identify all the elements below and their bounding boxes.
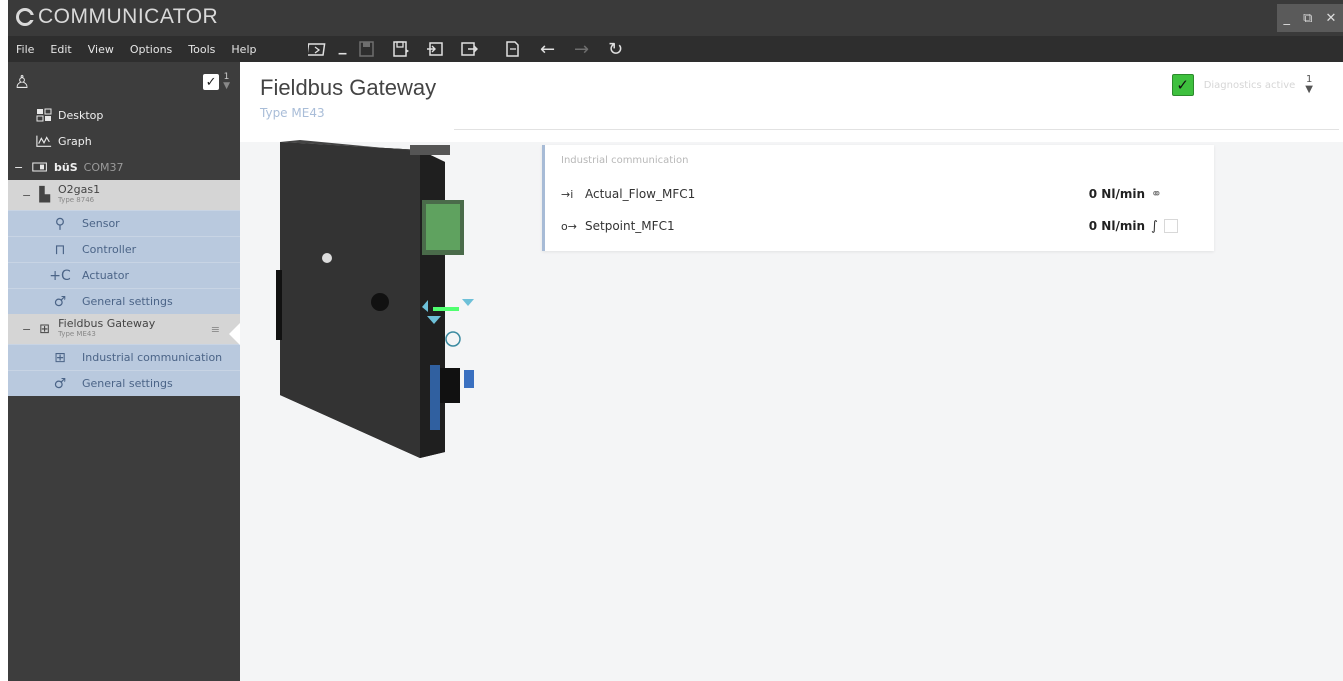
menu-bar: File Edit View Options Tools Help ▁ ← → … <box>8 36 1343 62</box>
graph-icon <box>36 134 52 148</box>
app-title-text: COMMUNICATOR <box>38 5 219 28</box>
sidebar-item-label: General settings <box>82 377 173 390</box>
sidebar-item-controller[interactable]: ⊓ Controller <box>8 236 240 262</box>
sort-down-icon: ▼ <box>1305 84 1313 95</box>
sidebar: ♙ ✓ 1 ▼ Desktop Graph − büS COM37 − ▙ O2… <box>8 62 241 681</box>
sidebar-item-actuator[interactable]: +C Actuator <box>8 262 240 288</box>
io-row-actual-flow[interactable]: →i Actual_Flow_MFC1 0 Nl/min ⚭ <box>561 181 1201 207</box>
device-icon: ▙ <box>39 187 50 203</box>
sidebar-item-label: Sensor <box>82 217 120 230</box>
sidebar-item-general-settings[interactable]: ♂ General settings <box>8 288 240 314</box>
device-menu-icon[interactable]: ≡ <box>211 323 220 336</box>
input-direction-icon: →i <box>561 187 574 201</box>
sidebar-item-desktop[interactable]: Desktop <box>8 102 240 128</box>
device-name: Fieldbus Gateway <box>58 317 156 330</box>
device-type: Type ME43 <box>58 330 96 338</box>
setpoint-checkbox[interactable] <box>1163 219 1178 233</box>
diagnostics-filter-checkbox[interactable]: ✓ <box>203 74 220 90</box>
main-content: Fieldbus Gateway Type ME43 ✓ Diagnostics… <box>240 62 1343 681</box>
diagnostics-status: ✓ Diagnostics active 1 ▼ <box>1171 74 1313 96</box>
save-icon[interactable] <box>384 38 418 60</box>
close-button[interactable]: ✕ <box>1326 11 1337 26</box>
title-bar: COMMUNICATOR _ ⧉ ✕ <box>8 0 1343 36</box>
sidebar-item-gateway-settings[interactable]: ♂ General settings <box>8 370 240 396</box>
device-o2gas1[interactable]: − ▙ O2gas1 Type 8746 <box>8 180 240 210</box>
menu-edit[interactable]: Edit <box>42 43 79 56</box>
user-icon[interactable]: ♙ <box>14 72 30 93</box>
output-direction-icon: o→ <box>561 219 577 233</box>
panel-title: Industrial communication <box>561 155 689 166</box>
desktop-icon <box>36 108 52 122</box>
page-title: Fieldbus Gateway <box>260 75 437 100</box>
actuator-icon: +C <box>49 267 71 284</box>
industrial-communication-panel: Industrial communication →i Actual_Flow_… <box>542 145 1214 251</box>
io-value: 0 Nl/min <box>1088 187 1145 201</box>
collapse-icon[interactable]: − <box>22 189 31 202</box>
window-controls: _ ⧉ ✕ <box>1277 4 1343 32</box>
sidebar-item-graph[interactable]: Graph <box>8 128 240 154</box>
app-title: COMMUNICATOR <box>16 5 218 29</box>
save-disabled-icon <box>350 38 384 60</box>
menu-help[interactable]: Help <box>223 43 264 56</box>
io-extra: ⚭ <box>1151 187 1201 202</box>
io-name: Actual_Flow_MFC1 <box>585 187 696 201</box>
ramp-icon[interactable]: ∫ <box>1151 219 1158 234</box>
title-divider <box>454 129 1339 130</box>
diagnostics-label: Diagnostics active <box>1203 79 1296 91</box>
collapse-icon[interactable]: − <box>22 323 31 336</box>
io-extra: ∫ <box>1151 219 1201 234</box>
communicator-logo-icon <box>16 8 34 26</box>
toolbar: ▁ ← → ↻ <box>300 38 632 60</box>
network-icon: ⊞ <box>54 349 66 366</box>
sidebar-item-label: Actuator <box>82 269 129 282</box>
diagnostics-checkbox[interactable]: ✓ <box>1171 74 1194 96</box>
interface-name: büS <box>54 160 78 174</box>
window-edge <box>0 0 8 681</box>
collapse-icon[interactable]: − <box>14 161 26 174</box>
forward-arrow-icon: → <box>573 38 590 60</box>
page-subtitle: Type ME43 <box>260 106 325 120</box>
refresh-icon[interactable]: ↻ <box>598 38 632 60</box>
device-image <box>270 140 490 458</box>
sidebar-header: ♙ ✓ 1 ▼ <box>8 62 240 102</box>
back-arrow-icon[interactable]: ← <box>530 38 564 60</box>
sensor-icon: ⚲ <box>54 215 66 232</box>
io-name: Setpoint_MFC1 <box>585 219 675 233</box>
menu-options[interactable]: Options <box>122 43 180 56</box>
settings-icon: ♂ <box>53 375 67 392</box>
report-icon[interactable] <box>496 38 530 60</box>
sidebar-item-label: Industrial communication <box>82 351 223 364</box>
interface-icon <box>32 160 48 174</box>
controller-icon: ⊓ <box>54 241 66 258</box>
link-icon[interactable]: ⚭ <box>1151 187 1162 202</box>
interface-port: COM37 <box>83 160 124 174</box>
menu-file[interactable]: File <box>8 43 42 56</box>
export-icon[interactable] <box>452 38 486 60</box>
sidebar-item-label: Desktop <box>58 108 104 122</box>
communicator-app: COMMUNICATOR _ ⧉ ✕ File Edit View Option… <box>0 0 1343 681</box>
io-value: 0 Nl/min <box>1088 219 1145 233</box>
sidebar-item-industrial-communication[interactable]: ⊞ Industrial communication <box>8 344 240 370</box>
device-type: Type 8746 <box>58 196 95 204</box>
io-row-setpoint[interactable]: o→ Setpoint_MFC1 0 Nl/min ∫ <box>561 213 1201 239</box>
menu-tools[interactable]: Tools <box>180 43 223 56</box>
sidebar-item-label: Graph <box>58 134 92 148</box>
import-icon[interactable] <box>418 38 452 60</box>
menu-view[interactable]: View <box>80 43 122 56</box>
minimize-button[interactable]: _ <box>1284 11 1291 26</box>
device-view-icon[interactable] <box>300 38 334 60</box>
settings-icon: ♂ <box>53 293 67 310</box>
diagnostics-counter[interactable]: 1 ▼ <box>1305 75 1313 95</box>
sort-down-icon[interactable]: ▼ <box>223 81 230 91</box>
sidebar-item-sensor[interactable]: ⚲ Sensor <box>8 210 240 236</box>
dropdown-icon[interactable]: ▁ <box>334 38 350 60</box>
device-name: O2gas1 <box>58 183 101 196</box>
sidebar-item-label: Controller <box>82 243 137 256</box>
sidebar-item-label: General settings <box>82 295 173 308</box>
device-fieldbus-gateway[interactable]: − ⊞ Fieldbus Gateway Type ME43 ≡ <box>8 314 241 346</box>
sidebar-item-interface[interactable]: − büS COM37 <box>8 154 240 180</box>
gateway-icon: ⊞ <box>39 321 51 337</box>
restore-button[interactable]: ⧉ <box>1303 11 1312 26</box>
